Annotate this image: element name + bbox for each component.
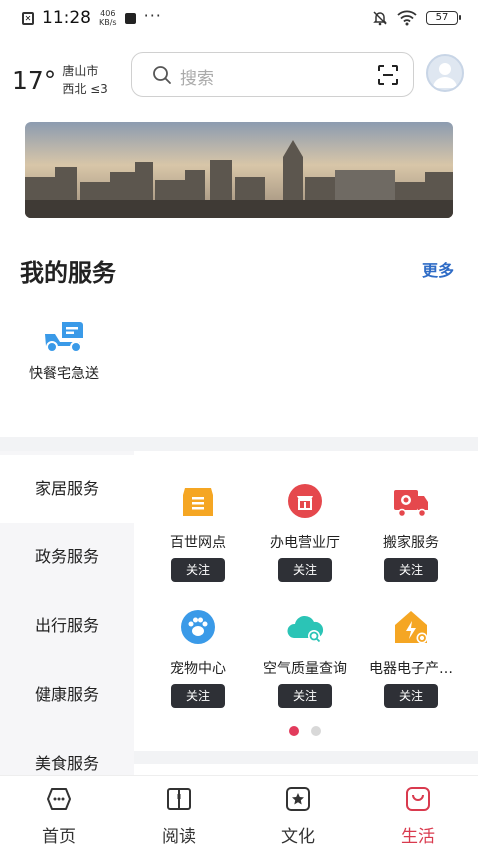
weather-widget[interactable]: 17° 唐山市 西北 ≤3 — [12, 62, 108, 98]
category-government[interactable]: 政务服务 — [0, 523, 134, 591]
status-right: 57 — [372, 10, 461, 26]
search-placeholder: 搜索 — [180, 69, 214, 89]
nav-culture[interactable]: 文化 — [258, 784, 338, 847]
status-left: ✕ 11:28 406 KB/s ··· — [22, 5, 162, 28]
banner-image[interactable] — [25, 122, 453, 218]
category-food[interactable]: 美食服务 — [0, 730, 134, 776]
my-service-item[interactable]: 快餐宅急送 — [22, 318, 106, 383]
page-indicator — [289, 726, 321, 736]
service-tile[interactable]: 搬家服务 关注 — [355, 482, 467, 582]
notification-icon: ✕ — [22, 11, 34, 25]
book-icon — [167, 788, 191, 810]
page-dot — [311, 726, 321, 736]
more-notifications-icon: ··· — [143, 5, 162, 25]
user-avatar-icon — [433, 63, 457, 88]
category-travel[interactable]: 出行服务 — [0, 592, 134, 660]
my-services-title: 我的服务 — [20, 259, 116, 287]
service-name: 办电营业厅 — [270, 535, 340, 551]
cloud-search-icon — [287, 615, 324, 643]
category-health[interactable]: 健康服务 — [0, 661, 134, 729]
follow-button[interactable]: 关注 — [384, 558, 438, 582]
scan-icon[interactable] — [377, 64, 399, 86]
city-skyline-image — [25, 122, 453, 218]
nav-read[interactable]: 阅读 — [139, 784, 219, 847]
shop-icon — [288, 484, 322, 518]
delivery-scooter-icon — [45, 322, 83, 353]
nav-life-label: 生活 — [401, 827, 435, 847]
wind-info: 西北 ≤3 — [62, 82, 108, 96]
service-tile[interactable]: 空气质量查询 关注 — [249, 608, 361, 708]
section-divider — [0, 437, 478, 451]
culture-star-icon — [286, 787, 310, 811]
service-name: 宠物中心 — [170, 661, 226, 677]
service-name: 电器电子产… — [369, 661, 453, 677]
net-speed-unit: KB/s — [99, 18, 117, 27]
service-name: 空气质量查询 — [263, 661, 347, 677]
bottom-nav: 首页 阅读 文化 生活 — [0, 775, 478, 850]
temperature: 17° — [12, 65, 57, 95]
service-tile[interactable]: 办电营业厅 关注 — [249, 482, 361, 582]
city-name: 唐山市 — [62, 64, 99, 78]
grid-bottom-divider — [134, 751, 478, 764]
service-tile[interactable]: 电器电子产… 关注 — [355, 608, 467, 708]
service-tile[interactable]: 宠物中心 关注 — [142, 608, 254, 708]
bolt-house-icon — [395, 611, 428, 644]
status-time: 11:28 — [42, 8, 91, 28]
life-bag-icon — [406, 787, 430, 811]
net-speed: 406 KB/s — [99, 9, 117, 27]
my-service-label: 快餐宅急送 — [29, 366, 99, 382]
box-icon — [183, 488, 213, 516]
follow-button[interactable]: 关注 — [171, 558, 225, 582]
truck-icon — [394, 490, 428, 518]
search-bar[interactable]: 搜索 — [131, 52, 414, 97]
service-name: 搬家服务 — [383, 535, 439, 551]
more-link[interactable]: 更多 — [422, 257, 454, 281]
app-notification-icon — [124, 12, 136, 24]
category-sidebar: 家居服务 政务服务 出行服务 健康服务 美食服务 — [0, 451, 134, 776]
nav-culture-label: 文化 — [281, 827, 315, 847]
nav-life[interactable]: 生活 — [378, 784, 458, 847]
service-name: 百世网点 — [170, 535, 226, 551]
nav-home-label: 首页 — [42, 827, 76, 847]
service-tile[interactable]: 百世网点 关注 — [142, 482, 254, 582]
nav-read-label: 阅读 — [162, 827, 196, 847]
net-speed-value: 406 — [100, 9, 116, 18]
home-icon — [47, 788, 71, 810]
status-bar: ✕ 11:28 406 KB/s ··· 57 — [0, 0, 478, 38]
weather-info: 唐山市 西北 ≤3 — [62, 62, 108, 98]
mute-bell-icon — [373, 11, 387, 26]
paw-icon — [181, 610, 215, 644]
avatar[interactable] — [426, 54, 464, 92]
search-icon — [153, 66, 171, 84]
wifi-icon — [397, 10, 417, 26]
page-dot-active — [289, 726, 299, 736]
nav-home[interactable]: 首页 — [19, 784, 99, 847]
battery-icon: 57 — [426, 11, 461, 25]
follow-button[interactable]: 关注 — [384, 684, 438, 708]
category-home[interactable]: 家居服务 — [0, 455, 134, 523]
follow-button[interactable]: 关注 — [278, 558, 332, 582]
follow-button[interactable]: 关注 — [171, 684, 225, 708]
follow-button[interactable]: 关注 — [278, 684, 332, 708]
